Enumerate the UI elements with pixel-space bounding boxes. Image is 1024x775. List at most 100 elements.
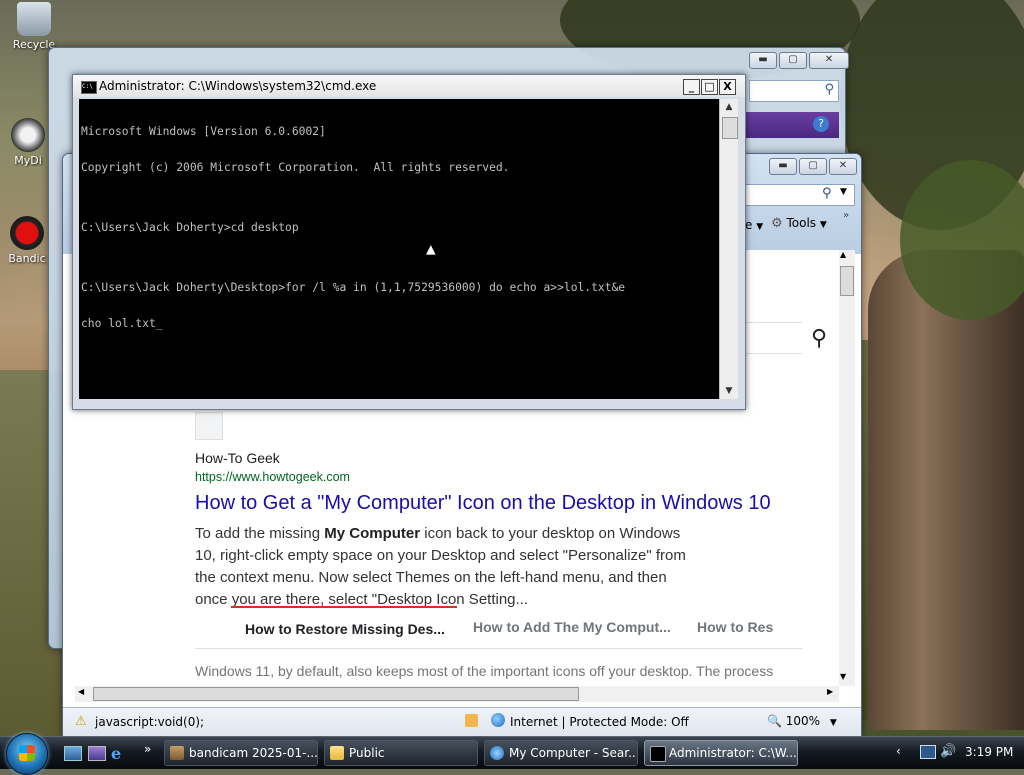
scroll-up-arrow[interactable]: ▲ (720, 99, 738, 115)
scroll-thumb[interactable] (93, 687, 579, 701)
zoom-icon: 🔍 (767, 714, 782, 728)
tray-expand-icon[interactable]: ‹ (896, 744, 901, 758)
maximize-button[interactable]: ▢ (799, 158, 827, 175)
search-icon[interactable]: ⚲ (811, 326, 827, 351)
maximize-button[interactable]: ▢ (779, 52, 807, 69)
start-button[interactable] (6, 733, 48, 775)
volume-icon[interactable]: 🔊 (940, 744, 956, 759)
related-link[interactable]: How to Restore Missing Des... (245, 621, 445, 637)
taskbar-item-label: Administrator: C:\W... (669, 746, 797, 760)
minimize-button[interactable]: ▬ (769, 158, 797, 175)
taskbar-item-label: My Computer - Sear... (509, 746, 638, 760)
scroll-down-arrow[interactable]: ▼ (840, 672, 846, 681)
scroll-thumb[interactable] (840, 266, 854, 296)
result-url[interactable]: https://www.howtogeek.com (195, 470, 350, 484)
next-result-snippet: Windows 11, by default, also keeps most … (195, 663, 774, 679)
minimize-button[interactable]: ▬ (749, 52, 777, 69)
related-link[interactable]: How to Res (697, 619, 773, 635)
taskbar-item-label: Public (349, 746, 385, 760)
console-output[interactable]: Microsoft Windows [Version 6.0.6002] Cop… (79, 99, 719, 399)
console-line: cho lol.txt_ (81, 317, 163, 330)
divider (195, 648, 803, 649)
quicklaunch-more[interactable]: » (144, 742, 151, 756)
search-icon[interactable]: ⚲ (822, 186, 832, 201)
chevron-down-icon: ▼ (756, 222, 764, 232)
taskbar-item-cmd[interactable]: Administrator: C:\W... (644, 740, 798, 766)
ie-search-box[interactable]: ⚲ ▼ (743, 184, 855, 206)
wallpaper-tree-trunk (868, 250, 1024, 730)
help-icon[interactable]: ? (813, 116, 829, 132)
clock[interactable]: 3:19 PM (965, 745, 1013, 759)
show-desktop-icon[interactable] (64, 746, 82, 761)
bandicam-icon (10, 216, 44, 250)
gear-icon: ⚙ (771, 216, 783, 231)
desktop-icon-bandicam[interactable]: Bandic (4, 216, 50, 265)
taskbar-item-public[interactable]: Public (324, 740, 478, 766)
warning-icon: ⚠ (75, 714, 87, 729)
console-line: C:\Users\Jack Doherty>cd desktop (81, 221, 299, 234)
maximize-button[interactable]: □ (701, 79, 718, 95)
result-title-link[interactable]: How to Get a "My Computer" Icon on the D… (195, 492, 771, 515)
taskbar-item-bandicam[interactable]: bandicam 2025-01-... (164, 740, 318, 766)
toolbar-overflow-icon[interactable]: » (843, 210, 849, 221)
close-button[interactable]: X (719, 79, 736, 95)
window-controls: ▬ ▢ ✕ (749, 52, 849, 69)
taskbar: e » bandicam 2025-01-... Public My Compu… (0, 733, 1024, 775)
result-site-name: How-To Geek (195, 450, 280, 466)
ie-status-bar: ⚠ javascript:void(0); Internet | Protect… (63, 707, 861, 736)
cmd-icon: C:\ (81, 81, 97, 94)
tools-label: Tools (786, 216, 817, 230)
my-documents-icon (11, 118, 45, 152)
console-scrollbar[interactable]: ▲ ▼ (719, 99, 738, 399)
recycle-bin-icon (17, 2, 51, 36)
zoom-control[interactable]: 🔍 100% ▼ (767, 714, 837, 728)
bandicam-icon (170, 746, 184, 760)
window-controls: ▬ ▢ ✕ (769, 158, 857, 175)
scroll-up-arrow[interactable]: ▲ (840, 250, 846, 259)
console-line: Copyright (c) 2006 Microsoft Corporation… (81, 161, 510, 174)
taskbar-item-ie[interactable]: My Computer - Sear... (484, 740, 638, 766)
zoom-level: 100% (785, 714, 821, 728)
page-menu[interactable]: e ▼ (745, 218, 763, 232)
close-button[interactable]: ✕ (829, 158, 857, 175)
chevron-down-icon[interactable]: ▼ (840, 187, 847, 197)
minimize-button[interactable]: _ (683, 79, 700, 95)
close-button[interactable]: ✕ (809, 52, 849, 69)
cmd-icon (650, 746, 666, 762)
scroll-left-arrow[interactable]: ◀ (78, 687, 84, 696)
desktop-icon-my-documents[interactable]: MyDi (6, 118, 50, 167)
cmd-window[interactable]: C:\ Administrator: C:\Windows\system32\c… (72, 74, 746, 410)
search-box[interactable]: ⚲ (749, 80, 839, 102)
console-line: C:\Users\Jack Doherty\Desktop>for /l %a … (81, 281, 626, 294)
globe-icon (491, 713, 505, 727)
windows-logo-icon (19, 745, 35, 761)
snippet-line: 10, right-click empty space on your Desk… (195, 547, 686, 564)
cmd-title-bar[interactable]: C:\ Administrator: C:\Windows\system32\c… (73, 75, 745, 97)
result-snippet: To add the missing My Computer icon back… (195, 523, 735, 611)
taskbar-item-label: bandicam 2025-01-... (189, 746, 318, 760)
vertical-scrollbar[interactable]: ▲ ▼ (839, 250, 855, 686)
chevron-down-icon: ▼ (829, 718, 837, 728)
spell-underline (231, 606, 457, 608)
snippet-bold: My Computer (324, 525, 421, 542)
lock-icon (465, 714, 478, 727)
scroll-down-arrow[interactable]: ▼ (720, 383, 738, 399)
security-zone[interactable]: Internet | Protected Mode: Off (510, 715, 689, 729)
network-icon[interactable] (920, 745, 936, 759)
status-url: javascript:void(0); (95, 715, 205, 729)
ie-icon[interactable]: e (111, 744, 121, 763)
help-bar: ? (739, 112, 839, 138)
switch-windows-icon[interactable] (88, 746, 106, 761)
site-favicon (195, 412, 223, 440)
cmd-title: Administrator: C:\Windows\system32\cmd.e… (99, 79, 377, 93)
horizontal-scrollbar[interactable]: ◀ ▶ (75, 686, 839, 702)
snippet-text: icon back to your desktop on Windows (420, 525, 681, 542)
mouse-cursor-icon: ▲ (426, 239, 436, 258)
related-link[interactable]: How to Add The My Comput... (473, 619, 671, 635)
scroll-thumb[interactable] (722, 117, 738, 139)
desktop-icon-recycle-bin[interactable]: Recycle (4, 2, 64, 51)
scroll-right-arrow[interactable]: ▶ (827, 687, 833, 696)
folder-icon (330, 746, 344, 760)
ie-icon (490, 746, 504, 760)
tools-menu[interactable]: ⚙ Tools ▼ (771, 216, 827, 231)
